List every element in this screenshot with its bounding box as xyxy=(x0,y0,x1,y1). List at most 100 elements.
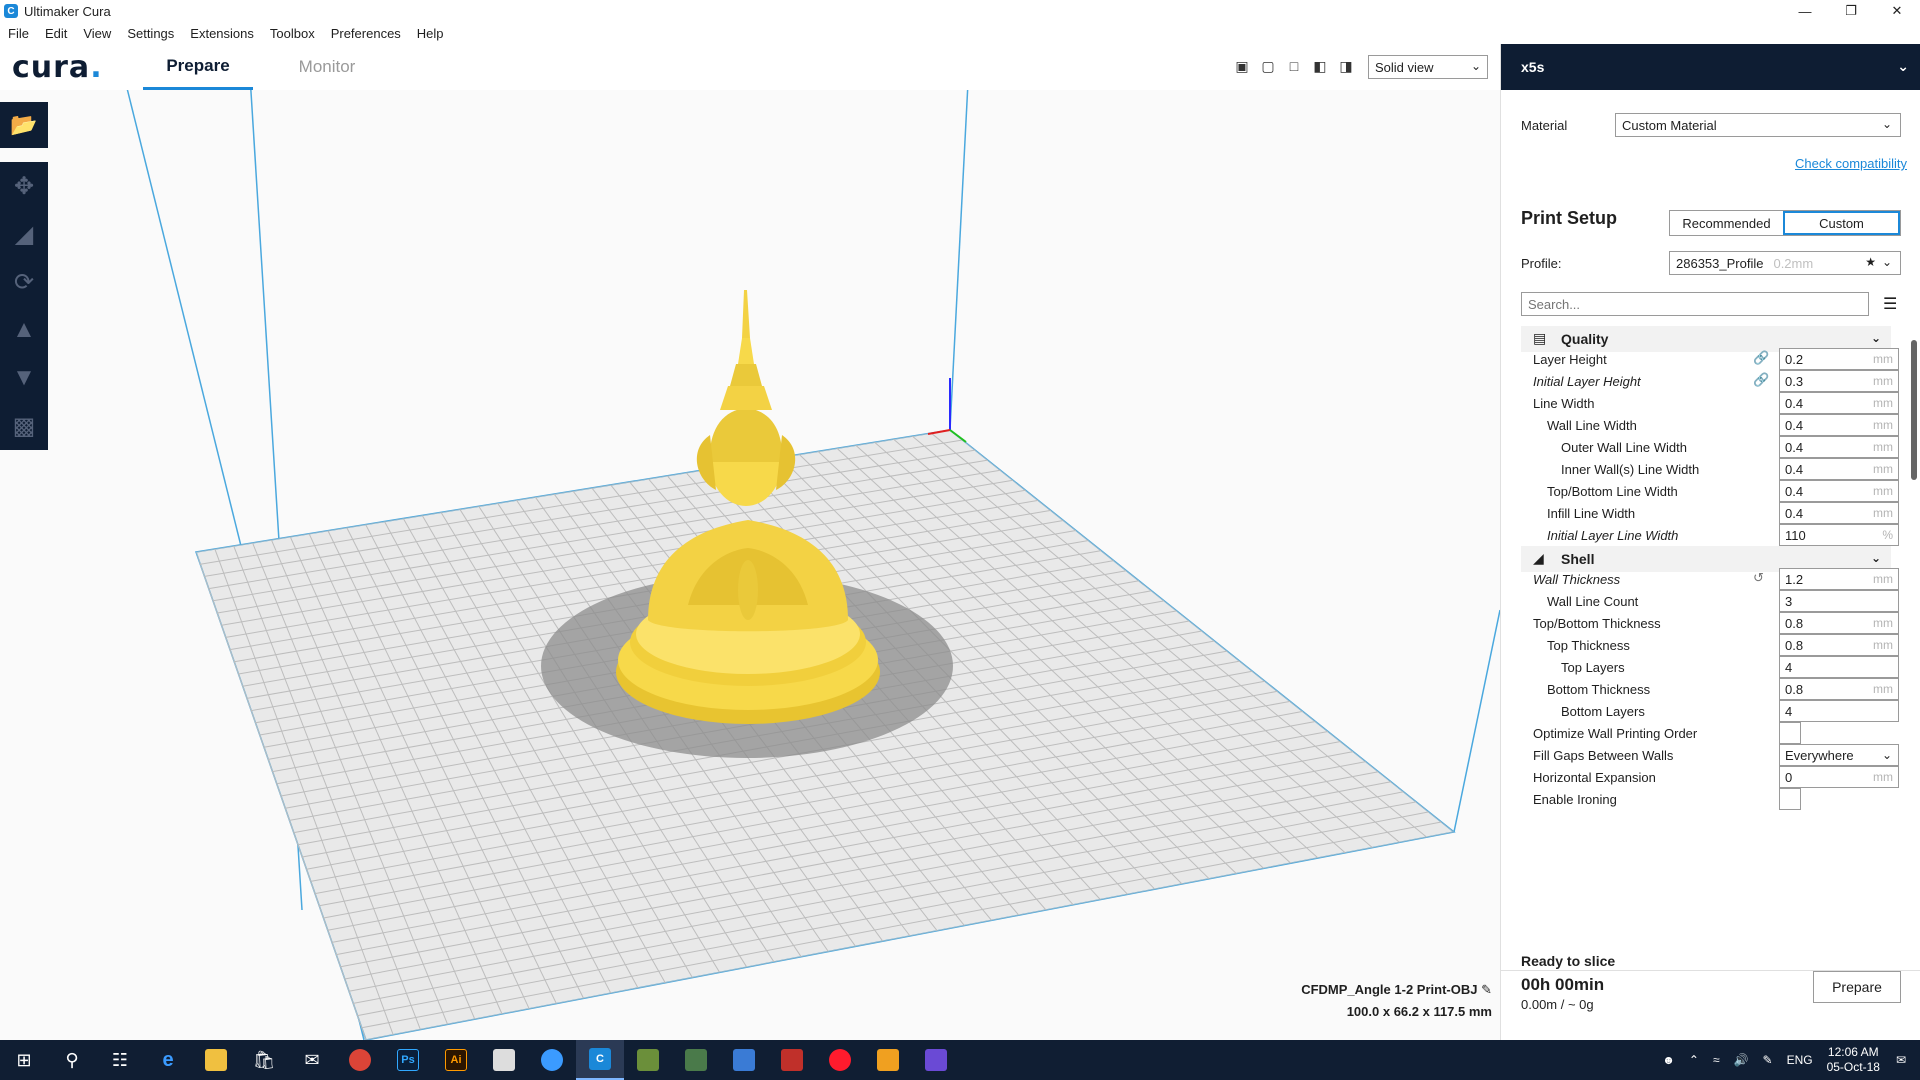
left-view-icon[interactable]: ◧ xyxy=(1310,57,1330,75)
mirror-tool-button[interactable]: ▲ xyxy=(0,306,48,354)
scale-tool-button[interactable]: ◢ xyxy=(0,210,48,258)
print-time: 00h 00min xyxy=(1521,975,1605,994)
edge-icon[interactable]: e xyxy=(144,1040,192,1080)
front-view-icon[interactable]: ▢ xyxy=(1258,57,1278,75)
setting-input[interactable]: 4 xyxy=(1779,700,1899,722)
mail-icon[interactable]: ✉ xyxy=(288,1040,336,1080)
setting-input[interactable]: 0.8 mm xyxy=(1779,678,1899,700)
menu-toolbox[interactable]: Toolbox xyxy=(270,26,315,41)
link-icon[interactable]: 🔗 xyxy=(1753,372,1769,388)
menu-view[interactable]: View xyxy=(83,26,111,41)
photoshop-icon[interactable]: Ps xyxy=(384,1040,432,1080)
setting-input[interactable]: 0.8 mm xyxy=(1779,612,1899,634)
menu-settings[interactable]: Settings xyxy=(127,26,174,41)
cura-icon[interactable]: C xyxy=(576,1040,624,1080)
view-mode-value: Solid view xyxy=(1375,60,1434,75)
menu-extensions[interactable]: Extensions xyxy=(190,26,254,41)
menu-bar: File Edit View Settings Extensions Toolb… xyxy=(0,22,1920,44)
reset-icon[interactable]: ↺ xyxy=(1753,570,1764,586)
prepare-button[interactable]: Prepare xyxy=(1813,971,1901,1003)
wifi-icon[interactable]: ≈ xyxy=(1713,1053,1720,1067)
tab-monitor[interactable]: Monitor xyxy=(272,44,382,90)
app-icon[interactable] xyxy=(912,1040,960,1080)
settings-scrollbar[interactable] xyxy=(1911,340,1917,480)
setting-input[interactable]: 0.4 mm xyxy=(1779,502,1899,524)
setting-input[interactable]: 1.2 mm xyxy=(1779,568,1899,590)
setting-input[interactable]: 4 xyxy=(1779,656,1899,678)
notifications-icon[interactable]: ✉ xyxy=(1896,1053,1906,1067)
browser-icon[interactable] xyxy=(528,1040,576,1080)
setting-label: Inner Wall(s) Line Width xyxy=(1561,462,1700,477)
pen-icon[interactable]: ✎ xyxy=(1763,1053,1773,1067)
menu-help[interactable]: Help xyxy=(417,26,444,41)
windows-start-icon[interactable]: ⊞ xyxy=(0,1040,48,1080)
move-tool-button[interactable]: ✥ xyxy=(0,162,48,210)
chevron-down-icon: ⌄ xyxy=(1897,58,1909,74)
edit-pencil-icon[interactable]: ✎ xyxy=(1481,982,1492,997)
app-icon[interactable] xyxy=(624,1040,672,1080)
setting-checkbox[interactable] xyxy=(1779,722,1801,744)
star-icon[interactable]: ★ xyxy=(1865,255,1876,269)
setting-input[interactable]: 0.4 mm xyxy=(1779,436,1899,458)
restore-button[interactable]: ❐ xyxy=(1828,0,1874,22)
mode-recommended-button[interactable]: Recommended xyxy=(1670,211,1783,235)
chrome-icon[interactable] xyxy=(336,1040,384,1080)
chevron-up-icon[interactable]: ⌃ xyxy=(1689,1053,1699,1067)
settings-search-input[interactable] xyxy=(1521,292,1869,316)
close-button[interactable]: ✕ xyxy=(1874,0,1920,22)
store-icon[interactable]: 🛍 xyxy=(240,1040,288,1080)
setting-input[interactable]: 110% xyxy=(1779,524,1899,546)
open-file-button[interactable]: 📂 xyxy=(0,102,48,148)
setting-input[interactable]: 0 mm xyxy=(1779,766,1899,788)
menu-preferences[interactable]: Preferences xyxy=(331,26,401,41)
setting-label: Horizontal Expansion xyxy=(1533,770,1656,785)
volume-icon[interactable]: 🔊 xyxy=(1734,1053,1749,1067)
setting-input[interactable]: 0.4 mm xyxy=(1779,480,1899,502)
rotate-tool-button[interactable]: ⟳ xyxy=(0,258,48,306)
app-icon[interactable] xyxy=(672,1040,720,1080)
minimize-button[interactable]: — xyxy=(1782,0,1828,22)
model-name[interactable]: CFDMP_Angle 1-2 Print-OBJ ✎ xyxy=(1270,982,1492,998)
shell-icon: ◢ xyxy=(1533,550,1544,566)
app-icon[interactable] xyxy=(864,1040,912,1080)
setting-input[interactable]: 0.2 mm xyxy=(1779,348,1899,370)
visual-studio-icon[interactable] xyxy=(720,1040,768,1080)
setting-input[interactable]: 0.4 mm xyxy=(1779,414,1899,436)
file-explorer-icon[interactable] xyxy=(192,1040,240,1080)
tab-prepare[interactable]: Prepare xyxy=(143,44,253,90)
support-blocker-button[interactable]: ▩ xyxy=(0,402,48,450)
menu-edit[interactable]: Edit xyxy=(45,26,67,41)
profile-select[interactable]: 286353_Profile 0.2mm ★ ⌄ xyxy=(1669,251,1901,275)
settings-list[interactable]: ▤ Quality ⌄ Layer Height 🔗 0.2 mm Initial La… xyxy=(1501,326,1920,810)
setting-checkbox[interactable] xyxy=(1779,788,1801,810)
setting-select[interactable]: Everywhere ⌄ xyxy=(1779,744,1899,766)
menu-file[interactable]: File xyxy=(8,26,29,41)
top-view-icon[interactable]: □ xyxy=(1284,57,1304,75)
material-select[interactable]: Custom Material ⌄ xyxy=(1615,113,1901,137)
right-view-icon[interactable]: ◨ xyxy=(1336,57,1356,75)
setting-input[interactable]: 0.4 mm xyxy=(1779,392,1899,414)
search-icon[interactable]: ⚲ xyxy=(48,1040,96,1080)
setting-input[interactable]: 3 xyxy=(1779,590,1899,612)
language-indicator[interactable]: ENG xyxy=(1787,1053,1813,1067)
check-compatibility-link[interactable]: Check compatibility xyxy=(1795,156,1907,171)
people-icon[interactable]: ☻ xyxy=(1662,1053,1675,1067)
clock[interactable]: 12:06 AM 05-Oct-18 xyxy=(1827,1045,1880,1075)
printer-selector[interactable]: x5s ⌄ xyxy=(1501,44,1920,90)
3d-view-icon[interactable]: ▣ xyxy=(1232,57,1252,75)
setting-input[interactable]: 0.8 mm xyxy=(1779,634,1899,656)
illustrator-icon[interactable]: Ai xyxy=(432,1040,480,1080)
view-mode-select[interactable]: Solid view ⌄ xyxy=(1368,55,1488,79)
app-icon[interactable] xyxy=(768,1040,816,1080)
3d-viewport[interactable] xyxy=(48,90,1500,1040)
mode-custom-button[interactable]: Custom xyxy=(1783,211,1900,235)
opera-icon[interactable] xyxy=(816,1040,864,1080)
setting-input[interactable]: 0.3 mm xyxy=(1779,370,1899,392)
settings-visibility-menu-icon[interactable]: ☰ xyxy=(1883,294,1897,314)
setting-input[interactable]: 0.4 mm xyxy=(1779,458,1899,480)
task-view-icon[interactable]: ☷ xyxy=(96,1040,144,1080)
per-model-settings-button[interactable]: ▼ xyxy=(0,354,48,402)
chevron-down-icon: ⌄ xyxy=(1881,117,1892,131)
image-app-icon[interactable] xyxy=(480,1040,528,1080)
link-icon[interactable]: 🔗 xyxy=(1753,350,1769,366)
